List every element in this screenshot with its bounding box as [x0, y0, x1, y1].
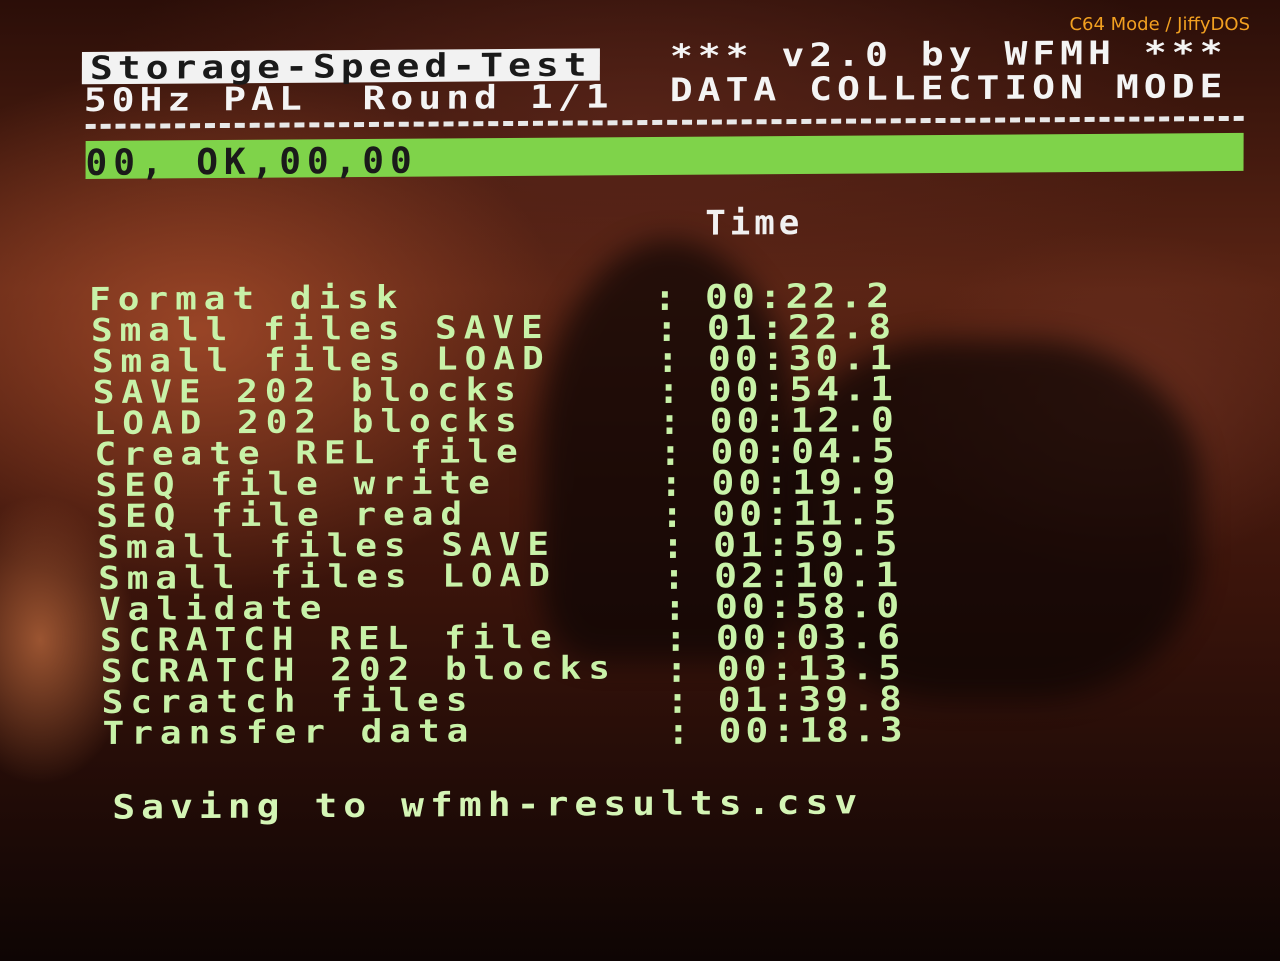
- row-separator: :: [667, 711, 690, 753]
- table-row: SAVE 202 blocks : 00:54.1: [93, 369, 897, 412]
- test-label: Transfer data: [102, 713, 476, 752]
- table-row: Small files LOAD : 02:10.1: [98, 555, 902, 598]
- table-row: LOAD 202 blocks : 00:12.0: [94, 400, 898, 443]
- version-banner: *** v2.0 by WFMH ***: [669, 33, 1228, 75]
- table-row: SCRATCH REL file : 00:03.6: [100, 617, 904, 660]
- table-row: Small files LOAD : 00:30.1: [92, 338, 896, 381]
- table-row: Format disk : 00:22.2: [89, 276, 893, 319]
- test-time: 00:18.3: [718, 710, 907, 751]
- mode-title: DATA COLLECTION MODE: [669, 67, 1228, 109]
- saving-status: Saving to wfmh-results.csv: [112, 782, 864, 827]
- table-row: Small files SAVE : 01:22.8: [91, 307, 895, 350]
- table-row: Scratch files : 01:39.8: [102, 679, 906, 722]
- table-row: SEQ file read : 00:11.5: [96, 493, 900, 536]
- video-standard: 50Hz PAL: [83, 79, 307, 119]
- round-counter: Round 1/1: [362, 77, 614, 117]
- table-row: SEQ file write : 00:19.9: [95, 462, 899, 505]
- c64-screen: Storage-Speed-Test *** v2.0 by WFMH *** …: [77, 32, 1255, 850]
- separator-line: [85, 115, 1244, 129]
- drive-status-text: 00, OK,00,00: [85, 140, 418, 184]
- video-mode: 50Hz PAL Round 1/1: [83, 77, 614, 119]
- table-row: Create REL file : 00:04.5: [94, 431, 898, 474]
- table-row: SCRATCH 202 blocks : 00:13.5: [101, 648, 905, 691]
- table-row: Transfer data : 00:18.3: [103, 710, 907, 753]
- table-row: Small files SAVE : 01:59.5: [97, 524, 901, 567]
- table-row: Validate : 00:58.0: [99, 586, 903, 629]
- time-column-header: Time: [705, 202, 804, 244]
